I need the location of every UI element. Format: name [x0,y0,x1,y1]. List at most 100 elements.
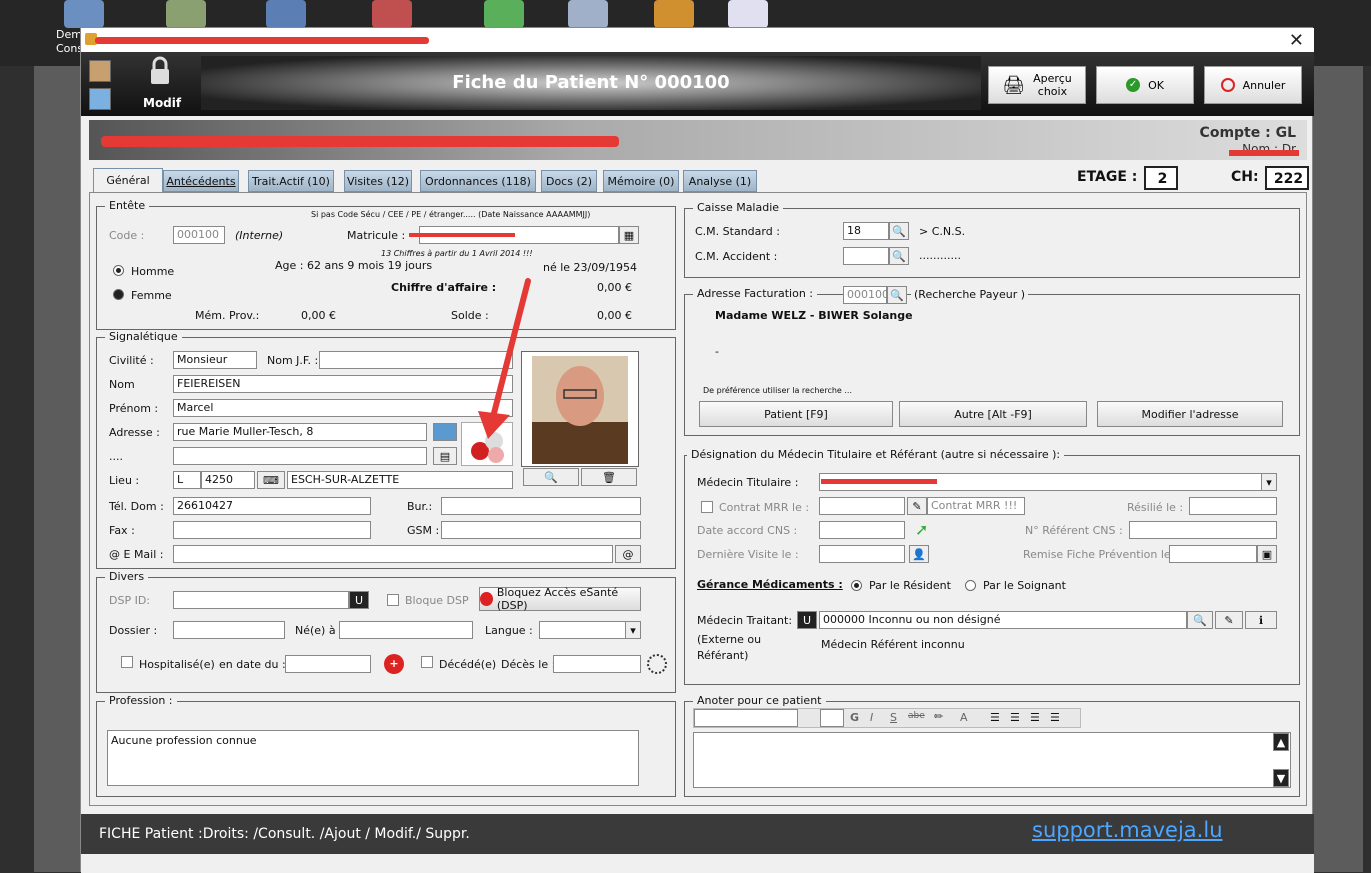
chevron-down-icon[interactable]: ▾ [1261,473,1277,491]
checklist-icon[interactable] [484,0,524,28]
person-icon[interactable]: 👤 [909,545,929,563]
lock-icon[interactable] [149,56,171,84]
cm-accident-field[interactable] [843,247,889,265]
facturation-code-field[interactable]: 000100 [843,286,887,304]
tab-antecedents[interactable]: Antécédents [163,170,239,192]
pays-field[interactable]: L [173,471,201,489]
patient-f9-button[interactable]: Patient [F9] [699,401,893,427]
file-icon[interactable] [568,0,608,28]
gsm-field[interactable] [441,521,641,539]
bur-field[interactable] [441,497,641,515]
dsp-field[interactable] [173,591,349,609]
medical-icon[interactable] [372,0,412,28]
autre-button[interactable]: Autre [Alt -F9] [899,401,1087,427]
underline-icon[interactable]: S [890,711,897,724]
annuler-button[interactable]: Annuler [1204,66,1302,104]
deces-date-field[interactable] [553,655,641,673]
align-left-icon[interactable]: ☰ [990,711,1000,724]
dossier-field[interactable] [173,621,285,639]
email-field[interactable] [173,545,613,563]
prenom-field[interactable]: Marcel [173,399,513,417]
tab-docs[interactable]: Docs (2) [541,170,597,192]
cp-field[interactable]: 4250 [201,471,255,489]
eraser-icon[interactable]: ✎ [907,497,927,515]
search-icon[interactable]: 🔍 [1187,611,1213,629]
close-button[interactable]: ✕ [1289,30,1304,51]
euro-icon[interactable] [654,0,694,28]
documents-icon[interactable] [64,0,104,28]
notes-textarea[interactable] [693,732,1291,788]
search-icon[interactable]: 🔍 [523,468,579,486]
tab-ordonnances[interactable]: Ordonnances (118) [420,170,536,192]
contrat-mrr-select[interactable]: Contrat MRR !!! [927,497,1025,515]
highlight-icon[interactable]: ✏ [934,710,943,723]
search-icon[interactable]: 🔍 [889,247,909,265]
par-resident-radio[interactable] [851,580,862,591]
scroll-up-icon[interactable]: ▲ [1273,733,1289,751]
par-soignant-radio[interactable] [965,580,976,591]
femme-radio[interactable] [113,289,124,300]
teldom-field[interactable]: 26610427 [173,497,371,515]
search-icon[interactable]: 🔍 [889,222,909,240]
edit-doctor-icon[interactable]: ✎ [1215,611,1243,629]
size-select[interactable] [820,709,844,727]
civilite-field[interactable]: Monsieur [173,351,257,369]
refresh-icon[interactable] [89,88,111,110]
etage-value[interactable]: 2 [1144,166,1178,190]
flower-icon[interactable] [647,654,667,674]
dsp-lock-icon[interactable]: U [349,591,369,609]
bloquez-acces-button[interactable]: Bloquez Accès eSanté (DSP) [479,586,641,612]
scroll-down-icon[interactable]: ▼ [1273,769,1289,787]
adresse-field[interactable]: rue Marie Muller-Tesch, 8 [173,423,427,441]
resilie-date[interactable] [1189,497,1277,515]
tab-analyse[interactable]: Analyse (1) [683,170,757,192]
contrat-mrr-date[interactable] [819,497,905,515]
ville-field[interactable]: ESCH-SUR-ALZETTE [287,471,513,489]
nom-field[interactable]: FEIEREISEN [173,375,513,393]
attachment-icon[interactable]: ▣ [1257,545,1277,563]
patients-icon[interactable] [266,0,306,28]
visa-icon[interactable] [728,0,768,28]
font-color-icon[interactable]: A [960,711,968,724]
traitant-lock-icon[interactable]: U [797,611,817,629]
globe-icon[interactable] [433,423,457,441]
delete-photo-icon[interactable]: 🗑 [581,468,637,486]
cm-standard-field[interactable]: 18 [843,222,889,240]
date-accord-field[interactable] [819,521,905,539]
homme-radio[interactable] [113,265,124,276]
contrat-mrr-checkbox[interactable] [701,501,713,513]
medical-cross-icon[interactable]: + [384,654,404,674]
ne-a-field[interactable] [339,621,473,639]
code-field[interactable]: 000100 [173,226,225,244]
fax-field[interactable] [173,521,371,539]
search-icon[interactable]: 🔍 [887,286,907,304]
ok-button[interactable]: ✓ OK [1096,66,1194,104]
font-select[interactable] [694,709,798,727]
italic-icon[interactable]: I [870,711,873,724]
email-icon[interactable]: @ [615,545,641,563]
support-link[interactable]: support.maveja.lu [1032,818,1223,842]
remise-field[interactable] [1169,545,1257,563]
justify-icon[interactable]: ☰ [1050,711,1060,724]
apercu-button[interactable]: 🖨 Aperçu choix [988,66,1086,104]
hospitalise-date-field[interactable] [285,655,371,673]
derniere-visite-field[interactable] [819,545,905,563]
modifier-adresse-button[interactable]: Modifier l'adresse [1097,401,1283,427]
bold-icon[interactable]: G [850,711,859,724]
tab-visites[interactable]: Visites (12) [344,170,412,192]
adresse2-field[interactable] [173,447,427,465]
decede-checkbox[interactable] [421,656,433,668]
document-icon[interactable]: ▤ [433,447,457,465]
traitant-field[interactable]: 000000 Inconnu ou non désigné [819,611,1187,629]
ch-value[interactable]: 222 [1265,166,1309,190]
strikethrough-icon[interactable]: abe [908,711,925,721]
ref-cns-field[interactable] [1129,521,1277,539]
hospitalise-checkbox[interactable] [121,656,133,668]
users-icon[interactable] [166,0,206,28]
profession-field[interactable]: Aucune profession connue [107,730,639,786]
arrow-up-icon[interactable]: ➚ [915,520,928,539]
tab-general[interactable]: Général [93,168,163,192]
chevron-down-icon[interactable]: ▾ [625,621,641,639]
export-icon[interactable] [89,60,111,82]
info-icon[interactable]: ℹ [1245,611,1277,629]
